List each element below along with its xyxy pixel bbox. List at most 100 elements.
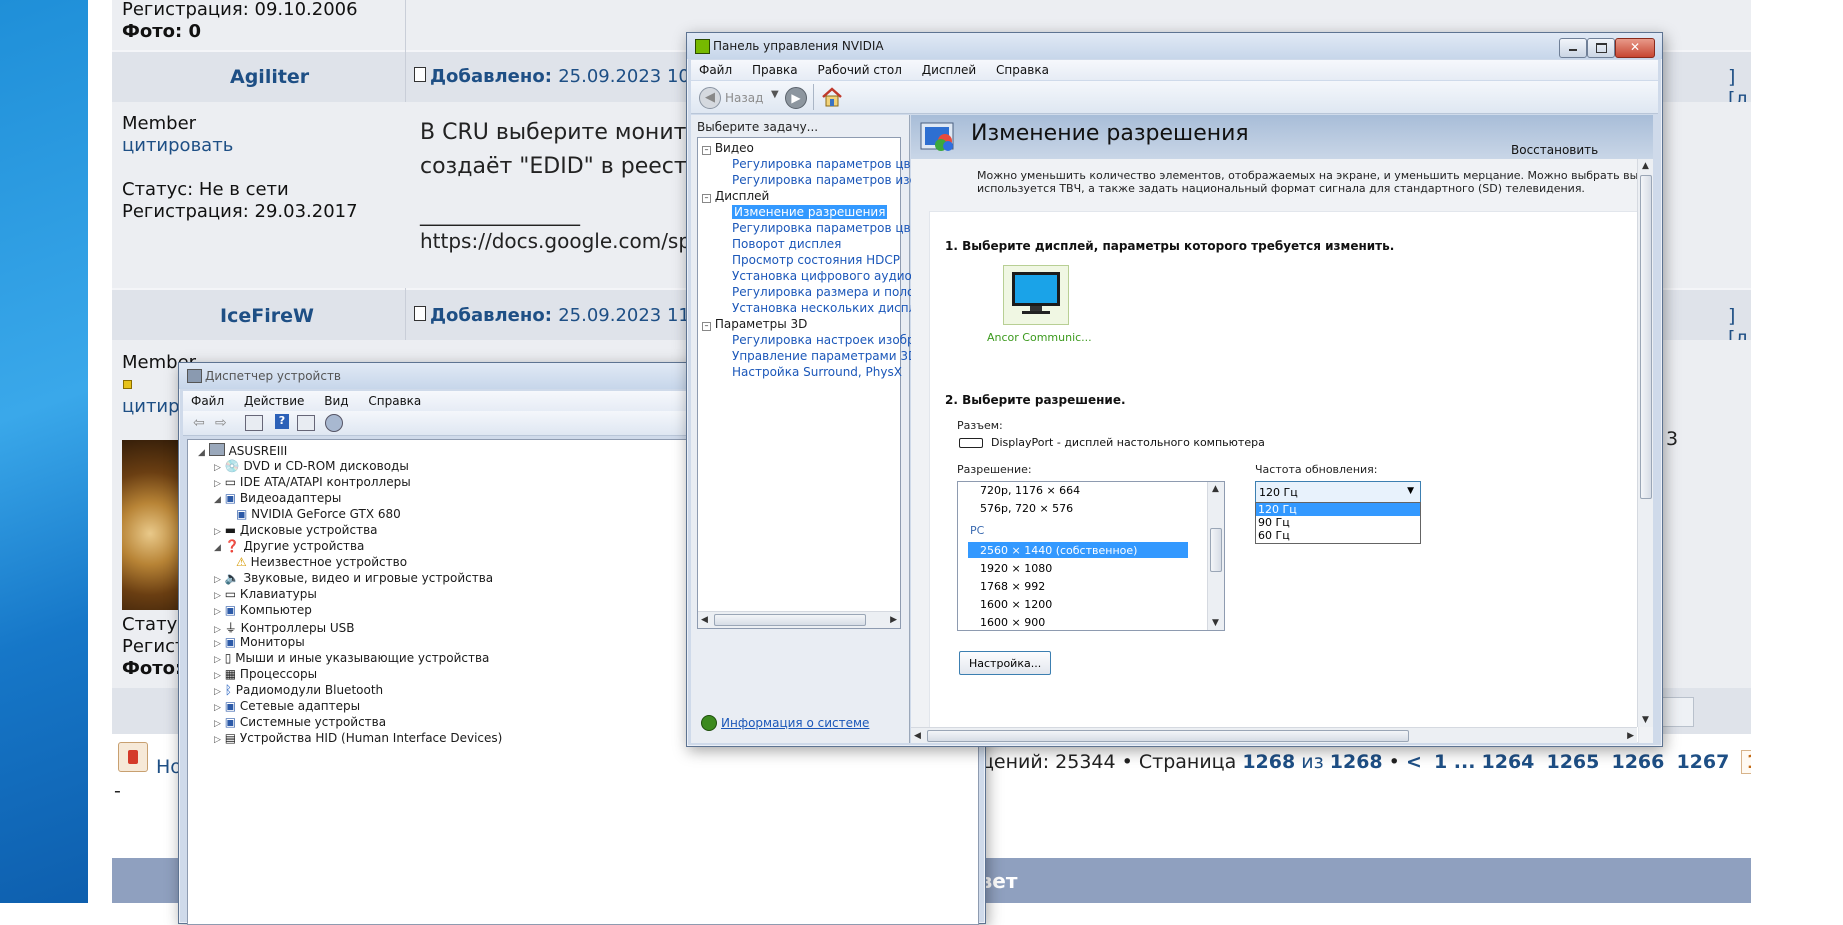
nvidia-control-panel-window: Панель управления NVIDIA ✕ Файл Правка Р… <box>686 32 1663 747</box>
post-1-registration: Регистрация: 09.10.2006 <box>122 0 358 20</box>
refresh-label: Частота обновления: <box>1255 463 1378 476</box>
monitor-name[interactable]: Ancor Communic... <box>987 331 1092 344</box>
tree-multiple-displays[interactable]: Установка нескольких дисплеев <box>732 301 938 315</box>
nv-menu-file[interactable]: Файл <box>691 60 740 77</box>
resolution-list[interactable]: 720p, 1176 × 664 576p, 720 × 576 PC 2560… <box>957 481 1225 631</box>
pager-1267[interactable]: 1267 <box>1676 751 1729 773</box>
computer-icon: ▣ <box>224 603 237 617</box>
properties-icon[interactable] <box>245 415 263 431</box>
refresh-option-60[interactable]: 60 Гц <box>1258 529 1290 542</box>
tree-surround-physx[interactable]: Настройка Surround, PhysX <box>732 365 902 379</box>
restore-link[interactable]: Восстановить <box>1511 143 1598 157</box>
refresh-rate-select[interactable]: 120 Гц ▼ <box>1255 481 1421 503</box>
pager-1265[interactable]: 1265 <box>1546 751 1599 773</box>
tree-rotate-display[interactable]: Поворот дисплея <box>732 237 841 251</box>
pager-first[interactable]: 1 ... <box>1434 751 1476 773</box>
maximize-button[interactable] <box>1587 38 1615 58</box>
tree-display[interactable]: – Дисплей <box>702 189 769 203</box>
new-topic-icon[interactable] <box>118 742 148 772</box>
tree-3d-settings[interactable]: – Параметры 3D <box>702 317 807 331</box>
tree-item-unknown[interactable]: ⚠ Неизвестное устройство <box>236 555 407 569</box>
tree-item-dvd[interactable]: ▷ 💿 DVD и CD-ROM дисководы <box>214 459 409 473</box>
post-2-status: Статус: Не в сети <box>122 179 289 200</box>
content-vscroll[interactable]: ▲ ▼ <box>1637 159 1653 727</box>
tree-item-monitors[interactable]: ▷ ▣ Мониторы <box>214 635 305 649</box>
tree-video[interactable]: – Видео <box>702 141 754 155</box>
post-3-quote-link[interactable]: цитир <box>122 396 180 418</box>
tree-item-ide[interactable]: ▷ ▭ IDE ATA/ATAPI контроллеры <box>214 475 411 489</box>
refresh-option-120[interactable]: 120 Гц <box>1258 503 1297 516</box>
tree-item-disks[interactable]: ▷ ▬ Дисковые устройства <box>214 523 378 537</box>
scan-hardware-icon[interactable] <box>325 414 343 432</box>
minimize-button[interactable] <box>1559 38 1587 58</box>
tree-manage-3d[interactable]: Управление параметрами 3D <box>732 349 917 363</box>
post-2-message-line-2: создаёт "EDID" в реест <box>420 154 687 179</box>
tree-root[interactable]: ◢ ASUSREIII <box>198 443 287 458</box>
resolution-option[interactable]: 1600 × 900 <box>980 616 1045 629</box>
home-icon[interactable] <box>821 86 843 108</box>
resolution-option[interactable]: 576p, 720 × 576 <box>980 502 1073 515</box>
close-button[interactable]: ✕ <box>1615 38 1655 58</box>
forward-arrow-icon[interactable]: ⇨ <box>215 415 227 431</box>
tree-item-mice[interactable]: ▷ ▯ Мыши и иные указывающие устройства <box>214 651 489 665</box>
connector-value: DisplayPort - дисплей настольного компью… <box>991 436 1265 449</box>
tree-item-video-adapters[interactable]: ◢ ▣ Видеоадаптеры <box>214 491 341 505</box>
help-icon[interactable]: ? <box>275 414 289 429</box>
task-tree-hscroll[interactable]: ◀ ▶ <box>698 611 900 628</box>
post-2-quote-link[interactable]: цитировать <box>122 135 233 157</box>
refresh-option-90[interactable]: 90 Гц <box>1258 516 1290 529</box>
tree-item-other[interactable]: ◢ ❓ Другие устройства <box>214 539 364 553</box>
tree-item-bluetooth[interactable]: ▷ ᛒ Радиомодули Bluetooth <box>214 683 383 697</box>
resolution-option[interactable]: 720p, 1176 × 664 <box>980 484 1080 497</box>
post-2-signature-link[interactable]: https://docs.google.com/sp <box>420 225 691 257</box>
menu-file[interactable]: Файл <box>183 391 232 408</box>
resolution-option[interactable]: 1920 × 1080 <box>980 562 1052 575</box>
monitor-tile[interactable] <box>1003 265 1069 325</box>
tree-item-system[interactable]: ▷ ▣ Системные устройства <box>214 715 386 729</box>
pager-1264[interactable]: 1264 <box>1482 751 1535 773</box>
resolution-list-scrollbar[interactable]: ▲ ▼ <box>1207 482 1224 630</box>
nv-menu-help[interactable]: Справка <box>988 60 1057 77</box>
menu-view[interactable]: Вид <box>316 391 356 408</box>
post-3-author[interactable]: IceFireW <box>220 305 314 327</box>
system-info-link[interactable]: Информация о системе <box>721 716 869 730</box>
task-pane: Выберите задачу... – Видео Регулировка п… <box>691 115 993 743</box>
post-3-photo: Фото: <box>122 658 183 679</box>
forward-icon[interactable]: ▶ <box>785 87 807 109</box>
usb-icon: ⏚ <box>224 621 237 635</box>
content-hscroll[interactable]: ◀ ▶ <box>911 727 1637 743</box>
tree-item-processors[interactable]: ▷ ▦ Процессоры <box>214 667 317 681</box>
resolution-option[interactable]: 1768 × 992 <box>980 580 1045 593</box>
pager-prev[interactable]: < <box>1406 751 1422 773</box>
nv-menu-edit[interactable]: Правка <box>744 60 806 77</box>
back-icon[interactable]: ◀ <box>699 87 721 109</box>
tree-change-resolution[interactable]: Изменение разрешения <box>732 205 888 219</box>
post-icon <box>414 306 426 321</box>
system-icon: ▣ <box>224 715 237 729</box>
bluetooth-icon: ᛒ <box>224 683 232 697</box>
tree-item-gtx680[interactable]: ▣ NVIDIA GeForce GTX 680 <box>236 507 401 521</box>
tree-hdcp-status[interactable]: Просмотр состояния HDCP <box>732 253 900 267</box>
tree-item-usb[interactable]: ▷ ⏚ Контроллеры USB <box>214 619 355 636</box>
history-dropdown-icon[interactable]: ▼ <box>771 89 779 100</box>
tree-digital-audio[interactable]: Установка цифрового аудио <box>732 269 912 283</box>
tree-item-computer[interactable]: ▷ ▣ Компьютер <box>214 603 312 617</box>
customize-button[interactable]: Настройка... <box>959 651 1051 675</box>
tree-item-hid[interactable]: ▷ ▤ Устройства HID (Human Interface Devi… <box>214 731 502 745</box>
tree-item-network[interactable]: ▷ ▣ Сетевые адаптеры <box>214 699 360 713</box>
resolution-option[interactable]: 1600 × 1200 <box>980 598 1052 611</box>
nvidia-titlebar[interactable]: Панель управления NVIDIA ✕ <box>687 33 1662 59</box>
post-2-registration: Регистрация: 29.03.2017 <box>122 201 358 222</box>
post-2-author[interactable]: Agiliter <box>230 66 309 88</box>
view-icon[interactable] <box>297 415 315 431</box>
menu-help[interactable]: Справка <box>360 391 429 408</box>
nv-menu-desktop[interactable]: Рабочий стол <box>809 60 909 77</box>
task-tree: – Видео Регулировка параметров цвета для… <box>697 137 993 629</box>
pager-1266[interactable]: 1266 <box>1611 751 1664 773</box>
description-line-1: Можно уменьшить количество элементов, от… <box>977 169 1653 182</box>
menu-action[interactable]: Действие <box>236 391 312 408</box>
tree-item-keyboards[interactable]: ▷ ▭ Клавиатуры <box>214 587 317 601</box>
nv-menu-display[interactable]: Дисплей <box>914 60 984 77</box>
tree-item-sound[interactable]: ▷ 🔈 Звуковые, видео и игровые устройства <box>214 571 493 585</box>
back-arrow-icon[interactable]: ⇦ <box>193 415 205 431</box>
